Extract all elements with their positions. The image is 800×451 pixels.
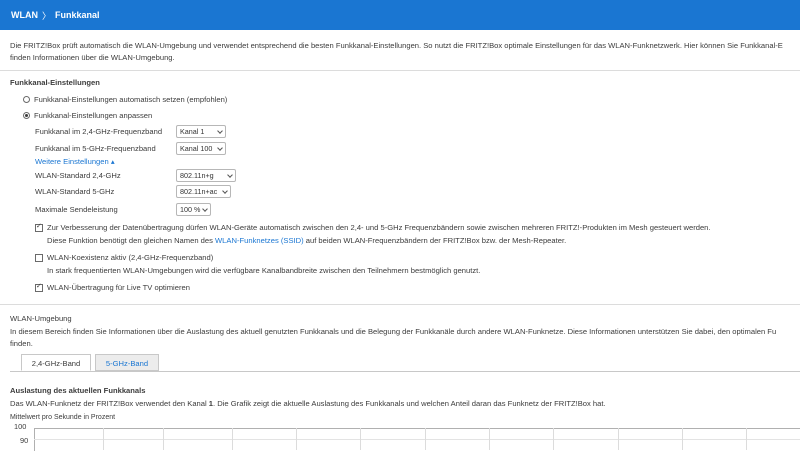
tx-power-label: Maximale Sendeleistung	[35, 205, 118, 214]
chart-gridline	[618, 428, 619, 450]
band-steering-hint: Diese Funktion benötigt den gleichen Nam…	[47, 236, 566, 245]
chart-gridline	[232, 428, 233, 450]
radio-custom-label: Funkkanal-Einstellungen anpassen	[34, 111, 153, 120]
radio-auto[interactable]	[23, 96, 30, 103]
chevron-down-icon	[217, 128, 223, 134]
tab-24ghz[interactable]: 2,4-GHz-Band	[21, 354, 91, 371]
chart-gridline	[34, 439, 800, 440]
wlan-std-24-select[interactable]: 802.11n+g	[176, 169, 236, 182]
y-tick-90: 90	[20, 436, 29, 445]
section-title-environment: WLAN-Umgebung	[10, 314, 72, 323]
load-description-a: Das WLAN-Funknetz der FRITZ!Box verwende…	[10, 399, 209, 408]
coexistence-checkbox[interactable]	[35, 254, 43, 262]
load-description: Das WLAN-Funknetz der FRITZ!Box verwende…	[10, 399, 606, 408]
section-title-channel-settings: Funkkanal-Einstellungen	[10, 78, 100, 87]
live-tv-label: WLAN-Übertragung für Live TV optimieren	[47, 283, 190, 292]
more-settings-link[interactable]: Weitere Einstellungen ▴	[35, 157, 115, 166]
tx-power-select[interactable]: 100 %	[176, 203, 211, 216]
chart-gridline	[296, 428, 297, 450]
wlan-std-24-label: WLAN-Standard 2,4-GHz	[35, 171, 121, 180]
y-tick-100: 100	[14, 422, 27, 431]
intro-text: Die FRITZ!Box prüft automatisch die WLAN…	[10, 40, 783, 64]
chart-gridline	[425, 428, 426, 450]
chart-gridline	[682, 428, 683, 450]
load-title: Auslastung des aktuellen Funkkanals	[10, 386, 146, 395]
band-steering-checkbox[interactable]	[35, 222, 43, 232]
tab-underline	[10, 371, 800, 372]
coexistence-hint: In stark frequentierten WLAN-Umgebungen …	[47, 266, 481, 275]
chevron-down-icon	[217, 145, 223, 151]
channel-5-value: Kanal 100	[180, 144, 213, 153]
intro-line-2: finden Informationen über die WLAN-Umgeb…	[10, 53, 175, 62]
breadcrumb-separator-icon: 〉	[42, 10, 52, 21]
environment-text: In diesem Bereich finden Sie Information…	[10, 326, 776, 350]
divider	[0, 304, 800, 305]
radio-auto-label: Funkkanal-Einstellungen automatisch setz…	[34, 95, 228, 104]
wlan-std-5-label: WLAN-Standard 5-GHz	[35, 187, 115, 196]
divider	[0, 70, 800, 71]
breadcrumb-wlan[interactable]: WLAN	[11, 10, 38, 20]
wlan-std-24-value: 802.11n+g	[180, 171, 214, 180]
channel-24-value: Kanal 1	[180, 127, 205, 136]
tab-5ghz[interactable]: 5-GHz-Band	[95, 354, 159, 371]
intro-line-1: Die FRITZ!Box prüft automatisch die WLAN…	[10, 41, 783, 50]
chart-gridline	[746, 428, 747, 450]
band-steering-hint-a: Diese Funktion benötigt den gleichen Nam…	[47, 236, 216, 245]
chart-gridline	[553, 428, 554, 450]
chevron-down-icon	[202, 206, 208, 212]
channel-24-label: Funkkanal im 2,4-GHz-Frequenzband	[35, 127, 163, 136]
chart-gridline	[360, 428, 361, 450]
header-bar: WLAN 〉 Funkkanal	[0, 0, 800, 30]
radio-custom[interactable]	[23, 112, 30, 119]
band-steering-label: Zur Verbesserung der Datenübertragung dü…	[47, 223, 711, 232]
band-steering-hint-b: auf beiden WLAN-Frequenzbändern der FRIT…	[303, 236, 567, 245]
chart-gridline	[489, 428, 490, 450]
load-description-b: . Die Grafik zeigt die aktuelle Auslastu…	[213, 399, 606, 408]
chart-gridline	[103, 428, 104, 450]
wlan-std-5-select[interactable]: 802.11n+ac	[176, 185, 231, 198]
ssid-link[interactable]: WLAN-Funknetzes (SSID)	[215, 236, 304, 245]
page-title: Funkkanal	[55, 10, 100, 20]
live-tv-checkbox[interactable]	[35, 282, 43, 292]
chart-axis-caption: Mittelwert pro Sekunde in Prozent	[10, 414, 116, 421]
channel-24-select[interactable]: Kanal 1	[176, 125, 226, 138]
chart-gridline	[163, 428, 164, 450]
chevron-down-icon	[227, 172, 233, 178]
channel-5-select[interactable]: Kanal 100	[176, 142, 226, 155]
channel-5-label: Funkkanal im 5-GHz-Frequenzband	[35, 144, 156, 153]
chevron-down-icon	[222, 188, 228, 194]
tx-power-value: 100 %	[180, 205, 201, 214]
coexistence-label: WLAN-Koexistenz aktiv (2,4-GHz-Frequenzb…	[47, 253, 214, 262]
environment-line-1: In diesem Bereich finden Sie Information…	[10, 327, 777, 336]
environment-line-2: finden.	[10, 339, 33, 348]
wlan-std-5-value: 802.11n+ac	[180, 187, 218, 196]
